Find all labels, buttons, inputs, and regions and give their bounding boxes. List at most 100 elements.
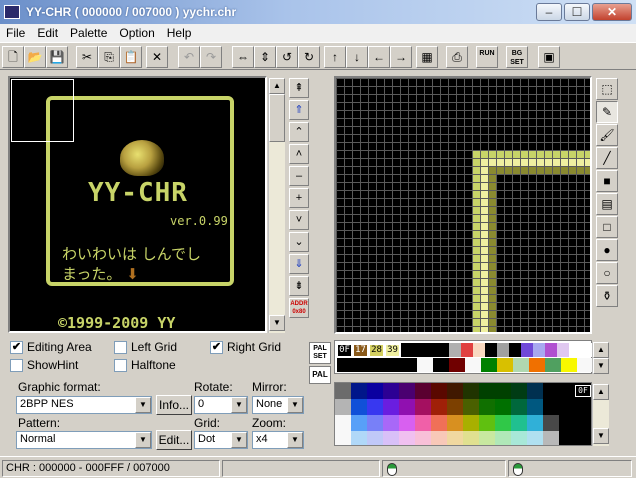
filled-rect-tool-icon[interactable]: ■ (596, 170, 618, 192)
right-grid-checkbox[interactable]: ✔ (210, 340, 223, 354)
palette-swatch[interactable] (385, 358, 401, 372)
shift-down-icon[interactable]: ↓ (346, 46, 368, 68)
nes-color-swatch[interactable] (335, 415, 351, 431)
grid-select[interactable]: Dot ▼ (194, 431, 248, 449)
nes-color-swatch[interactable] (431, 415, 447, 431)
chevron-down-icon[interactable]: ▼ (135, 432, 151, 448)
palette-swatch[interactable] (569, 343, 581, 357)
palette-swatch[interactable] (433, 358, 449, 372)
nes-color-swatch[interactable] (447, 415, 463, 431)
mirror-select[interactable]: None ▼ (252, 396, 304, 414)
nes-color-swatch[interactable] (463, 383, 479, 399)
graphic-format-select[interactable]: 2BPP NES ▼ (16, 396, 152, 414)
selected-palette-color[interactable]: 39 (385, 344, 400, 357)
palette-swatch[interactable] (545, 343, 557, 357)
scroll-down-arrow-icon[interactable]: ▼ (269, 315, 285, 331)
close-button[interactable]: ✕ (592, 3, 632, 21)
nes-color-swatch[interactable] (479, 399, 495, 415)
nes-color-swatch[interactable] (399, 383, 415, 399)
nes-color-swatch[interactable] (527, 399, 543, 415)
palette-swatch[interactable] (497, 343, 509, 357)
nes-color-swatch[interactable] (415, 415, 431, 431)
pal-button[interactable]: PAL (309, 366, 331, 384)
nes-color-swatch[interactable] (447, 431, 463, 445)
editing-area-checkbox[interactable]: ✔ (10, 340, 23, 354)
nes-color-swatch[interactable] (527, 415, 543, 431)
nes-color-swatch[interactable] (447, 399, 463, 415)
left-grid-checkbox[interactable] (114, 340, 127, 354)
palette-swatch[interactable] (509, 343, 521, 357)
palette-swatch[interactable] (485, 343, 497, 357)
nes-color-swatch[interactable] (495, 431, 511, 445)
nes-color-swatch[interactable] (511, 383, 527, 399)
scroll-up-arrow-icon[interactable]: ▲ (269, 78, 285, 94)
brush-tool-icon[interactable]: 🖌 (596, 124, 618, 146)
nes-color-swatch[interactable] (559, 431, 575, 445)
palette-swatch[interactable] (529, 358, 545, 372)
maximize-button[interactable]: ☐ (564, 3, 590, 21)
nes-color-swatch[interactable] (495, 399, 511, 415)
nes-color-swatch[interactable] (399, 399, 415, 415)
line-down-button[interactable]: ˅ (289, 210, 309, 230)
palette-swatch[interactable] (401, 358, 417, 372)
nes-color-swatch[interactable] (399, 415, 415, 431)
pal-set-button[interactable]: PAL SET (309, 342, 331, 364)
palette-swatch[interactable] (337, 358, 353, 372)
minus-button[interactable]: – (289, 166, 309, 186)
page-down-fast-button[interactable]: ⇓ (289, 254, 309, 274)
nes-color-swatch[interactable] (463, 431, 479, 445)
nes-color-swatch[interactable] (335, 383, 351, 399)
rotate-right-icon[interactable]: ↻ (298, 46, 320, 68)
palette-swatch[interactable] (461, 343, 473, 357)
nes-color-swatch[interactable] (431, 383, 447, 399)
shift-up-icon[interactable]: ↑ (324, 46, 346, 68)
chevron-down-icon[interactable]: ▼ (231, 397, 247, 413)
nes-color-swatch[interactable] (543, 383, 559, 399)
chevron-down-icon[interactable]: ▼ (287, 432, 303, 448)
palette-swatch[interactable] (369, 358, 385, 372)
copy-icon[interactable]: ⎘ (98, 46, 120, 68)
export-icon[interactable]: ▣ (538, 46, 560, 68)
palette-edit-icon[interactable]: ▦ (416, 46, 438, 68)
line-tool-icon[interactable]: ╱ (596, 147, 618, 169)
rotate-left-icon[interactable]: ↺ (276, 46, 298, 68)
nes-color-swatch[interactable] (575, 399, 591, 415)
color-picker-scrollbar[interactable]: ▲ ▼ (592, 384, 609, 446)
bg-set-icon[interactable]: BG SET (506, 46, 528, 68)
pattern-select[interactable]: Normal ▼ (16, 431, 152, 449)
menu-edit[interactable]: Edit (31, 24, 64, 42)
palette-swatch[interactable] (449, 358, 465, 372)
nes-color-swatch[interactable] (559, 399, 575, 415)
nes-color-swatch[interactable] (559, 383, 575, 399)
bookmark-icon[interactable]: ⎙ (446, 46, 468, 68)
nes-color-swatch[interactable] (543, 415, 559, 431)
palette-swatch[interactable] (425, 343, 437, 357)
redo-icon[interactable]: ↷ (200, 46, 222, 68)
info-button[interactable]: Info... (156, 395, 192, 415)
show-hint-checkbox[interactable] (10, 358, 23, 372)
run-icon[interactable]: RUN (476, 46, 498, 68)
shift-left-icon[interactable]: ← (368, 46, 390, 68)
nes-color-swatch[interactable] (367, 415, 383, 431)
pixel-editor[interactable] (334, 76, 592, 334)
open-icon[interactable]: 📂 (24, 46, 46, 68)
palette-scrollbar[interactable]: ▲ ▼ (592, 342, 609, 374)
nes-color-swatch[interactable] (351, 415, 367, 431)
palette-swatch[interactable] (417, 358, 433, 372)
palette-swatch[interactable] (473, 343, 485, 357)
circle-tool-icon[interactable]: ○ (596, 262, 618, 284)
nes-color-swatch[interactable] (575, 415, 591, 431)
nes-color-swatch[interactable] (479, 415, 495, 431)
zoom-select[interactable]: x4 ▼ (252, 431, 304, 449)
fill-bucket-tool-icon[interactable]: ⚱ (596, 285, 618, 307)
paste-icon[interactable]: 📋 (120, 46, 142, 68)
nes-color-swatch[interactable] (335, 399, 351, 415)
nes-color-swatch[interactable] (431, 431, 447, 445)
palette-swatch[interactable] (353, 358, 369, 372)
nes-color-swatch[interactable] (527, 383, 543, 399)
chevron-down-icon[interactable]: ▼ (287, 397, 303, 413)
selected-palette-color[interactable]: 17 (353, 344, 368, 357)
edit-pattern-button[interactable]: Edit... (156, 430, 192, 450)
cut-icon[interactable]: ✂ (76, 46, 98, 68)
selected-palette-color[interactable]: 28 (369, 344, 384, 357)
